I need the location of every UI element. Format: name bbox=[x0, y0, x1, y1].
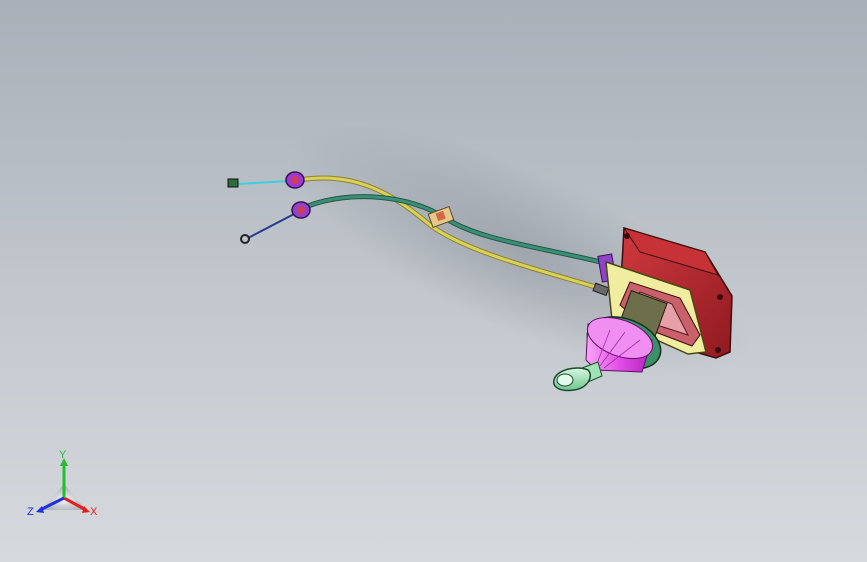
select-cable-eyelet bbox=[227, 178, 239, 188]
select-cable-grommet-core bbox=[291, 176, 299, 184]
triad-label-x: X bbox=[90, 506, 98, 518]
shift-cable-rod bbox=[247, 212, 297, 239]
graphics-viewport[interactable]: Y X Z bbox=[0, 0, 867, 562]
shift-cable-grommet-core bbox=[297, 206, 305, 214]
cad-model-scene[interactable] bbox=[0, 0, 867, 562]
mount-bolt bbox=[624, 233, 630, 239]
shift-cable-eyelet bbox=[240, 234, 250, 244]
mount-bolt bbox=[715, 347, 721, 353]
model-shadow bbox=[289, 124, 751, 376]
select-cable-rod bbox=[235, 180, 291, 185]
reference-triad[interactable]: Y X Z bbox=[22, 444, 112, 534]
knob-face bbox=[556, 373, 574, 387]
mount-bolt bbox=[717, 294, 723, 300]
shift-lever[interactable] bbox=[553, 361, 603, 392]
triad-label-y: Y bbox=[59, 449, 67, 461]
triad-label-z: Z bbox=[27, 506, 34, 518]
